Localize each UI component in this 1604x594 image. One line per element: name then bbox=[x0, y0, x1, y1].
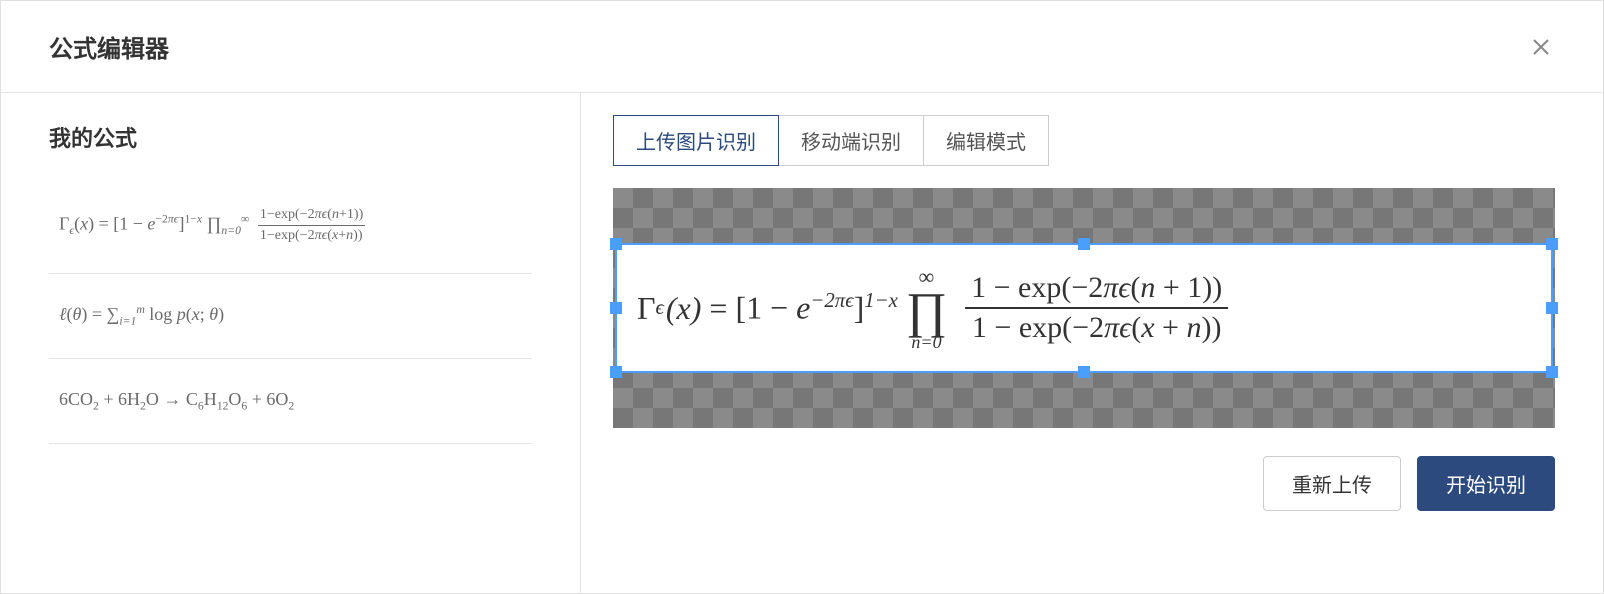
formula-fraction: 1 − exp(−2πϵ(n + 1)) 1 − exp(−2πϵ(x + n)… bbox=[965, 271, 1228, 345]
right-panel: 上传图片识别移动端识别编辑模式 Γϵ(x) = [1 − e−2πϵ]1−x bbox=[581, 93, 1603, 593]
modal-header: 公式编辑器 bbox=[1, 1, 1603, 93]
resize-handle-top-left[interactable] bbox=[610, 238, 622, 250]
resize-handle-top-mid[interactable] bbox=[1078, 238, 1090, 250]
formula-item-2[interactable]: 6CO2 + 6H2O → C6H12O6 + 6O2 bbox=[49, 359, 532, 444]
formula-product: ∞ ∏ n=0 bbox=[906, 266, 947, 351]
formula-eq: = bbox=[709, 290, 727, 327]
tab-0[interactable]: 上传图片识别 bbox=[613, 115, 779, 166]
formula-list: Γϵ(x) = [1 − e−2πϵ]1−x ∏n=0∞ 1−exp(−2πϵ(… bbox=[49, 177, 532, 444]
selection-box[interactable]: Γϵ(x) = [1 − e−2πϵ]1−x ∞ ∏ n=0 1 − exp(−… bbox=[615, 243, 1553, 373]
formula-item-0[interactable]: Γϵ(x) = [1 − e−2πϵ]1−x ∏n=0∞ 1−exp(−2πϵ(… bbox=[49, 177, 532, 274]
close-button[interactable] bbox=[1527, 33, 1555, 61]
resize-handle-top-right[interactable] bbox=[1546, 238, 1558, 250]
fraction-numerator: 1 − exp(−2πϵ(n + 1)) bbox=[965, 271, 1228, 309]
formula-exp1: −2πϵ bbox=[810, 289, 853, 312]
product-symbol: ∏ bbox=[906, 288, 947, 333]
canvas-area[interactable]: Γϵ(x) = [1 − e−2πϵ]1−x ∞ ∏ n=0 1 − exp(−… bbox=[613, 188, 1555, 428]
formula-bracket: [1 − e−2πϵ]1−x bbox=[735, 289, 897, 327]
formula-arg: (x) bbox=[666, 290, 702, 327]
action-row: 重新上传 开始识别 bbox=[613, 456, 1555, 511]
resize-handle-bot-mid[interactable] bbox=[1078, 366, 1090, 378]
reupload-button[interactable]: 重新上传 bbox=[1263, 456, 1401, 511]
tab-2[interactable]: 编辑模式 bbox=[923, 115, 1049, 166]
recognize-button[interactable]: 开始识别 bbox=[1417, 456, 1555, 511]
resize-handle-bot-left[interactable] bbox=[610, 366, 622, 378]
close-icon bbox=[1529, 35, 1553, 59]
fraction-denominator: 1 − exp(−2πϵ(x + n)) bbox=[966, 309, 1228, 345]
modal-body: 我的公式 Γϵ(x) = [1 − e−2πϵ]1−x ∏n=0∞ 1−exp(… bbox=[1, 93, 1603, 593]
tabs: 上传图片识别移动端识别编辑模式 bbox=[613, 115, 1555, 166]
resize-handle-mid-right[interactable] bbox=[1546, 302, 1558, 314]
left-heading: 我的公式 bbox=[49, 121, 532, 153]
formula-sub: ϵ bbox=[656, 296, 664, 320]
resize-handle-bot-right[interactable] bbox=[1546, 366, 1558, 378]
modal-title: 公式编辑器 bbox=[49, 29, 169, 64]
formula-gamma: Γ bbox=[637, 290, 656, 327]
formula-exp2: 1−x bbox=[864, 289, 898, 312]
formula-editor-modal: 公式编辑器 我的公式 Γϵ(x) = [1 − e−2πϵ]1−x ∏n=0∞ … bbox=[0, 0, 1604, 594]
product-bottom: n=0 bbox=[911, 333, 941, 351]
left-panel: 我的公式 Γϵ(x) = [1 − e−2πϵ]1−x ∏n=0∞ 1−exp(… bbox=[1, 93, 581, 593]
tab-1[interactable]: 移动端识别 bbox=[778, 115, 924, 166]
resize-handle-mid-left[interactable] bbox=[610, 302, 622, 314]
formula-item-1[interactable]: ℓ(θ) = ∑i=1m log p(x; θ) bbox=[49, 274, 532, 359]
preview-formula: Γϵ(x) = [1 − e−2πϵ]1−x ∞ ∏ n=0 1 − exp(−… bbox=[637, 266, 1228, 351]
